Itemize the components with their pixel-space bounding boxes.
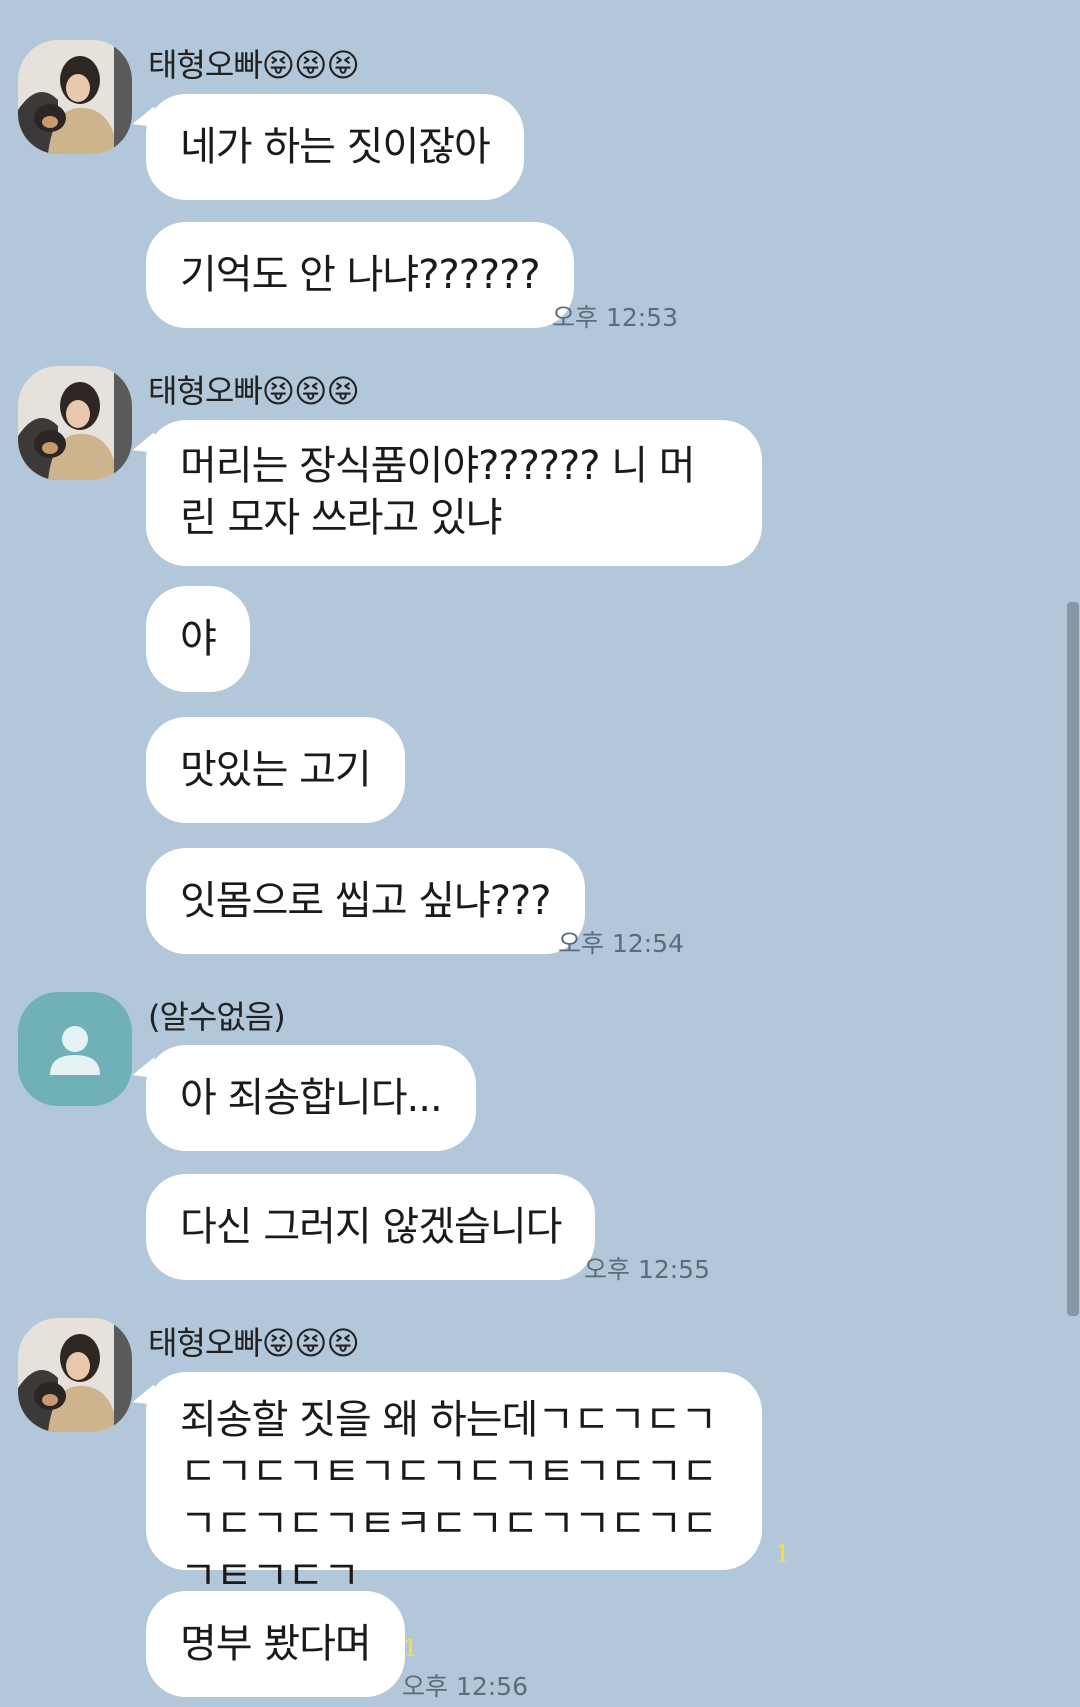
message-text: 야 — [180, 616, 217, 662]
message-time: 오후 12:54 — [558, 929, 684, 958]
message-text: 죄송할 짓을 왜 하는데ㄱㄷㄱㄷㄱㄷㄱㄷㄱㅌㄱㄷㄱㄷㄱㅌㄱㄷㄱㄷㄱㄷㄱㄷㄱㅌㅋㄷ… — [180, 1397, 718, 1599]
message-text: 네가 하는 짓이잖아 — [180, 124, 491, 170]
message-bubble[interactable]: 야 — [146, 586, 250, 692]
message-text: 다신 그러지 않겠습니다 — [180, 1204, 562, 1250]
unread-count: 1 — [403, 1634, 419, 1662]
unread-count: 1 — [775, 1540, 791, 1568]
person-icon — [50, 1026, 100, 1075]
profile-avatar[interactable] — [18, 1318, 132, 1432]
message-bubble[interactable]: 맛있는 고기 — [146, 717, 405, 823]
message-bubble[interactable]: 명부 봤다며 — [146, 1591, 405, 1697]
profile-avatar[interactable] — [18, 992, 132, 1106]
profile-photo-icon — [18, 366, 132, 480]
profile-photo-icon — [18, 40, 132, 154]
message-text: 잇몸으로 씹고 싶냐??? — [180, 878, 552, 924]
scrollbar[interactable] — [1067, 602, 1079, 1316]
message-text: 기억도 안 나냐?????? — [180, 252, 541, 298]
message-bubble[interactable]: 머리는 장식품이야?????? 니 머린 모자 쓰라고 있냐 — [146, 420, 762, 566]
message-bubble[interactable]: 다신 그러지 않겠습니다 — [146, 1174, 596, 1280]
profile-avatar[interactable] — [18, 40, 132, 154]
message-text: 명부 봤다며 — [180, 1621, 372, 1667]
message-text: 머리는 장식품이야?????? 니 머린 모자 쓰라고 있냐 — [180, 443, 696, 541]
message-time: 오후 12:53 — [552, 303, 678, 332]
message-bubble[interactable]: 네가 하는 짓이잖아 — [146, 94, 524, 200]
message-time: 오후 12:56 — [402, 1672, 528, 1701]
message-text: 맛있는 고기 — [180, 747, 372, 793]
message-bubble[interactable]: 죄송할 짓을 왜 하는데ㄱㄷㄱㄷㄱㄷㄱㄷㄱㅌㄱㄷㄱㄷㄱㅌㄱㄷㄱㄷㄱㄷㄱㄷㄱㅌㅋㄷ… — [146, 1372, 762, 1599]
message-time: 오후 12:55 — [584, 1255, 710, 1284]
message-bubble[interactable]: 기억도 안 나냐?????? — [146, 222, 574, 328]
profile-avatar[interactable] — [18, 366, 132, 480]
sender-name: 태형오빠😝😝😝 — [148, 46, 360, 84]
sender-name: (알수없음) — [148, 998, 286, 1036]
message-bubble[interactable]: 아 죄송합니다... — [146, 1045, 476, 1151]
message-bubble[interactable]: 잇몸으로 씹고 싶냐??? — [146, 848, 585, 954]
sender-name: 태형오빠😝😝😝 — [148, 1324, 360, 1362]
sender-name: 태형오빠😝😝😝 — [148, 372, 360, 410]
chat-room[interactable]: 태형오빠😝😝😝 네가 하는 짓이잖아 기억도 안 나냐?????? 오후 12:… — [0, 0, 1080, 1707]
message-text: 아 죄송합니다... — [180, 1075, 443, 1121]
profile-photo-icon — [18, 1318, 132, 1432]
